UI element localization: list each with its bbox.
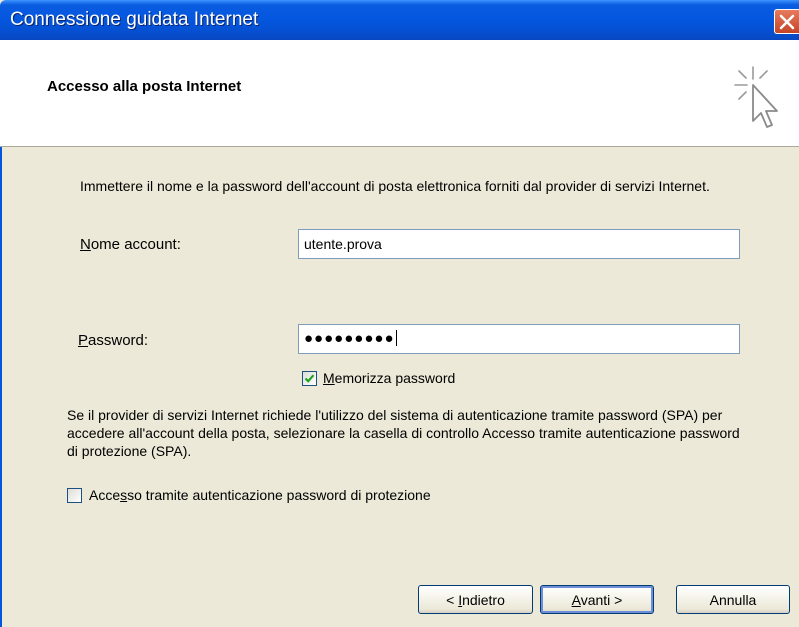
next-button[interactable]: Avanti > <box>540 585 654 614</box>
page-title: Accesso alla posta Internet <box>47 78 242 95</box>
password-masked-value: ●●●●●●●●● <box>304 330 395 347</box>
account-name-value: utente.prova <box>304 236 382 252</box>
window-title: Connessione guidata Internet <box>10 9 259 30</box>
spa-explanation-text: Se il provider di servizi Internet richi… <box>67 407 740 459</box>
wizard-body: Immettere il nome e la password dell'acc… <box>0 147 799 627</box>
spa-checkbox[interactable] <box>67 488 82 503</box>
wizard-cursor-icon <box>734 66 778 128</box>
remember-password-label[interactable]: Memorizza password <box>323 370 455 386</box>
spa-checkbox-label[interactable]: Accesso tramite autenticazione password … <box>89 487 431 503</box>
wizard-header: Accesso alla posta Internet <box>0 40 799 147</box>
remember-password-checkbox[interactable] <box>302 371 317 386</box>
password-label: Password: <box>78 332 149 349</box>
cancel-button[interactable]: Annulla <box>676 585 790 614</box>
account-name-input[interactable]: utente.prova <box>298 229 740 259</box>
close-button[interactable] <box>774 9 799 34</box>
close-icon <box>779 14 795 30</box>
back-button[interactable]: < Indietro <box>418 585 533 614</box>
text-caret <box>395 330 397 346</box>
password-input[interactable]: ●●●●●●●●● <box>298 324 740 354</box>
account-name-label: Nome account: <box>80 236 181 253</box>
checkmark-icon <box>304 374 315 383</box>
title-bar: Connessione guidata Internet <box>0 0 799 40</box>
intro-text: Immettere il nome e la password dell'acc… <box>80 178 710 194</box>
